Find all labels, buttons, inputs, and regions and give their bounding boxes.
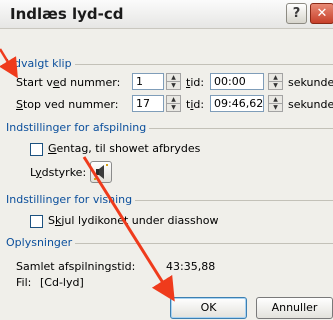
repeat-checkbox[interactable] [30,143,43,156]
title-bar[interactable]: Indlæs lyd-cd ? ✕ [0,0,333,29]
spin-up-icon[interactable]: ▲ [167,74,180,81]
stop-time-input[interactable]: 09:46,62 [210,95,264,112]
hide-icon-checkbox[interactable] [30,215,43,228]
info-group-label: Oplysninger [6,236,76,249]
start-track-input[interactable]: 1 [132,73,164,90]
start-time-label: tid: [186,76,205,89]
start-track-stepper[interactable]: ▲ ▼ [166,73,181,90]
display-group-label: Indstillinger for visning [6,193,136,206]
spin-up-icon[interactable]: ▲ [269,96,282,103]
file-value: [Cd-lyd] [40,276,84,289]
start-time-stepper[interactable]: ▲ ▼ [268,73,283,90]
close-glyph: ✕ [316,6,328,21]
help-glyph: ? [292,6,301,21]
stop-track-input[interactable]: 17 [132,95,164,112]
stop-track-stepper[interactable]: ▲ ▼ [166,95,181,112]
start-unit-label: sekunder [288,76,333,89]
spin-up-icon[interactable]: ▲ [167,96,180,103]
stop-unit-label: sekunder [288,98,333,111]
spin-down-icon[interactable]: ▼ [269,103,282,111]
repeat-label: Gentag, til showet afbrydes [48,142,201,155]
ok-button[interactable]: OK [170,297,247,319]
spin-down-icon[interactable]: ▼ [167,81,180,89]
spin-down-icon[interactable]: ▼ [167,103,180,111]
playback-group-label: Indstillinger for afspilning [6,121,150,134]
clip-group-label: Udvalgt klip [6,57,75,70]
stop-time-stepper[interactable]: ▲ ▼ [268,95,283,112]
volume-button[interactable] [90,161,112,183]
stop-time-label: tid: [186,98,205,111]
dialog-window: Indlæs lyd-cd ? ✕ Udvalgt klip Start ved… [0,0,333,320]
help-icon[interactable]: ? [286,3,307,24]
spin-up-icon[interactable]: ▲ [269,74,282,81]
start-track-label: Start ved nummer: [16,76,121,89]
window-title: Indlæs lyd-cd [10,5,124,23]
total-time-label: Samlet afspilningstid: [16,260,136,273]
volume-label: Lydstyrke: [30,166,87,179]
spin-down-icon[interactable]: ▼ [269,81,282,89]
speaker-icon [94,164,108,180]
close-icon[interactable]: ✕ [310,3,333,24]
total-time-value: 43:35,88 [166,260,216,273]
file-label: Fil: [16,276,32,289]
hide-icon-label: Skjul lydikonet under diasshow [48,214,219,227]
start-time-input[interactable]: 00:00 [210,73,264,90]
cancel-button[interactable]: Annuller [256,297,333,319]
stop-track-label: Stop ved nummer: [16,98,119,111]
